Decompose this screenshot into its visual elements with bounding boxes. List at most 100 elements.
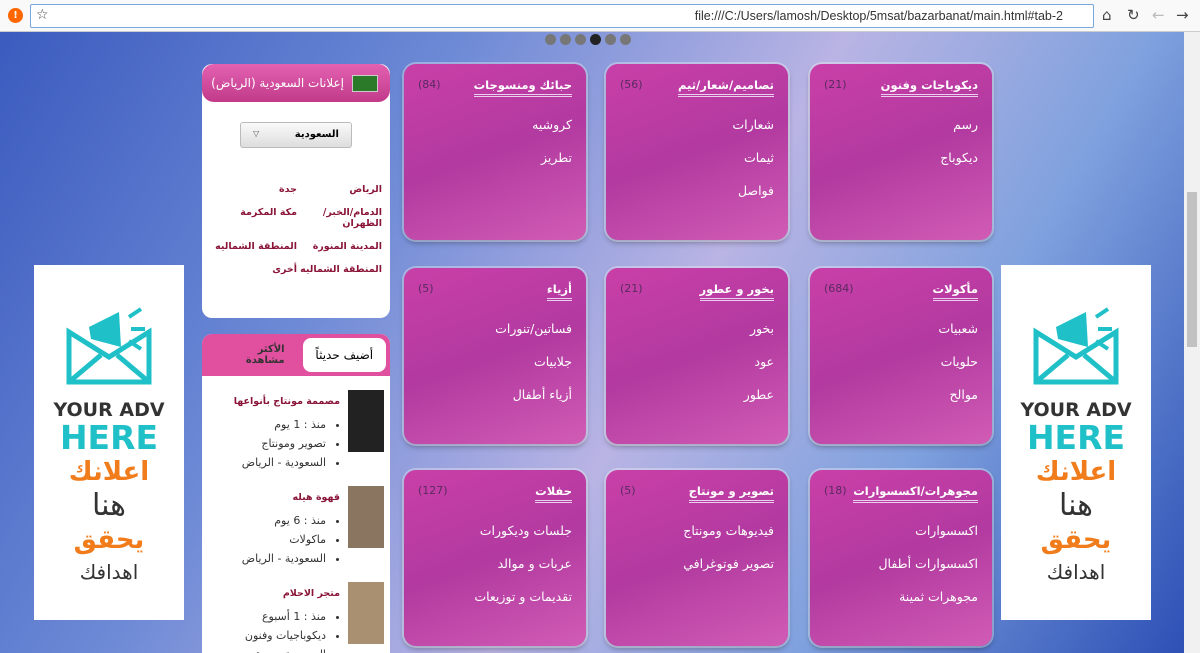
carousel-dot[interactable] [605,34,616,45]
city-link[interactable]: مكة المكرمة [212,207,297,229]
reload-icon[interactable]: ↻ [1127,6,1140,24]
city-link[interactable]: الدمام/الخبر/الظهران [297,207,382,229]
carousel-dot[interactable] [590,34,601,45]
subcategory-link[interactable]: تطريز [418,150,572,165]
tab-newest[interactable]: أضيف حديثاً [302,338,386,372]
subcategory-link[interactable]: كروشيه [418,117,572,132]
recent-posts-panel: أضيف حديثاً الأكثر مشاهدة مصممة مونتاج ب… [202,334,390,653]
bookmark-star-icon[interactable]: ☆ [36,7,49,23]
subcategory-link[interactable]: تقديمات و توزيعات [418,589,572,604]
city-link[interactable]: جدة [212,184,297,195]
category-card: ديكوباجات وفنون (21) رسم ديكوباج [810,64,992,240]
city-link[interactable]: أخرى [212,264,297,275]
subcategory-link[interactable]: مجوهرات ثمينة [824,589,978,604]
ad-text: اعلانك [68,457,150,487]
post-time: منذ : 6 يوم [242,511,326,530]
category-title[interactable]: حبائك ومنسوجات [473,78,572,97]
subcategory-link[interactable]: بخور [620,321,774,336]
category-count: (5) [418,282,434,295]
post-details: منذ : 1 أسبوعديكوباجيات وفنونالسعودية - … [245,607,340,653]
scrollbar[interactable] [1184,32,1200,653]
address-bar[interactable]: file:///C:/Users/lamosh/Desktop/5msat/ba… [30,4,1094,28]
subcategory-link[interactable]: اكسسوارات أطفال [824,556,978,571]
subcategory-link[interactable]: ديكوباج [824,150,978,165]
subcategory-link[interactable]: عود [620,354,774,369]
scrollbar-thumb[interactable] [1187,192,1197,347]
subcategory-link[interactable]: شعارات [620,117,774,132]
post-title[interactable]: مصممة مونتاج بأنواعها [234,396,340,407]
warning-icon[interactable]: ! [8,8,23,23]
category-card: تصوير و مونتاج (5) فيديوهات ومونتاج تصوير ف… [606,470,788,646]
category-count: (21) [620,282,643,295]
subcategory-link[interactable]: فساتين/تنورات [418,321,572,336]
megaphone-envelope-icon [66,307,152,385]
subcategory-link[interactable]: عطور [620,387,774,402]
subcategory-link[interactable]: رسم [824,117,978,132]
subcategory-link[interactable]: حلويات [824,354,978,369]
ad-text: HERE [59,418,159,457]
category-header: ديكوباجات وفنون (21) [824,78,978,97]
url-text: file:///C:/Users/lamosh/Desktop/5msat/ba… [694,9,1063,23]
category-card: أزياء (5) فساتين/تنورات جلابيات أزياء أطفال [404,268,586,444]
ad-banner-right[interactable]: YOUR ADV HERE اعلانك هنا يحقق اهدافك [1001,265,1151,620]
city-link[interactable]: المنطقة الشماليه [212,241,297,252]
category-header: مجوهرات/اكسسوارات (18) [824,484,978,503]
city-link[interactable]: المدينة المنورة [297,241,382,252]
ad-text: اعلانك [1035,457,1117,487]
region-title: إعلانات السعودية (الرياض) [211,76,344,90]
post-body: متجر الاحلام منذ : 1 أسبوعديكوباجيات وفنو… [245,582,340,653]
post-time: منذ : 1 يوم [234,415,326,434]
subcategory-link[interactable]: جلسات وديكورات [418,523,572,538]
category-header: حفلات (127) [418,484,572,503]
post-thumbnail[interactable] [348,390,384,452]
category-title[interactable]: مأكولات [932,282,978,301]
category-title[interactable]: ديكوباجات وفنون [880,78,978,97]
category-title[interactable]: بخور و عطور [699,282,774,301]
subcategory-link[interactable]: تصوير فوتوغرافي [620,556,774,571]
subcategory-link[interactable]: ثيمات [620,150,774,165]
subcategory-link[interactable]: فواصل [620,183,774,198]
post-title[interactable]: قهوة هيله [242,492,340,503]
home-icon[interactable]: ⌂ [1102,6,1112,24]
subcategory-link[interactable]: اكسسوارات [824,523,978,538]
carousel-dot[interactable] [545,34,556,45]
post-item[interactable]: متجر الاحلام منذ : 1 أسبوعديكوباجيات وفنو… [202,568,390,653]
tab-most-viewed[interactable]: الأكثر مشاهدة [206,344,295,366]
back-icon[interactable]: ← [1152,6,1165,24]
post-location: السعودية - جدة [245,645,326,653]
subcategory-link[interactable]: موالح [824,387,978,402]
city-link[interactable]: الرياض [297,184,382,195]
carousel-dot[interactable] [575,34,586,45]
post-category: تصوير ومونتاج [234,434,326,453]
subcategory-link[interactable]: جلابيات [418,354,572,369]
subcategory-link[interactable]: شعبيات [824,321,978,336]
carousel-dot[interactable] [560,34,571,45]
post-item[interactable]: قهوة هيله منذ : 6 يومماكولاتالسعودية - ال… [202,472,390,568]
chevron-down-icon: ▽ [253,129,260,138]
category-header: تصوير و مونتاج (5) [620,484,774,503]
post-thumbnail[interactable] [348,582,384,644]
post-details: منذ : 6 يومماكولاتالسعودية - الرياض [242,511,340,568]
category-header: بخور و عطور (21) [620,282,774,301]
category-card: حفلات (127) جلسات وديكورات عربات و موالد تقد… [404,470,586,646]
category-title[interactable]: مجوهرات/اكسسوارات [853,484,978,503]
subcategory-link[interactable]: أزياء أطفال [418,387,572,402]
category-count: (5) [620,484,636,497]
category-title[interactable]: أزياء [546,282,572,301]
post-item[interactable]: مصممة مونتاج بأنواعها منذ : 1 يومتصوير وم… [202,376,390,472]
country-select[interactable]: السعودية ▽ [240,122,352,148]
post-thumbnail[interactable] [348,486,384,548]
post-title[interactable]: متجر الاحلام [245,588,340,599]
category-card: مأكولات (684) شعبيات حلويات موالح [810,268,992,444]
forward-icon[interactable]: → [1176,6,1189,24]
carousel-dot[interactable] [620,34,631,45]
ad-banner-left[interactable]: YOUR ADV HERE اعلانك هنا يحقق اهدافك [34,265,184,620]
ad-text: هنا [1058,488,1093,523]
category-title[interactable]: تصوير و مونتاج [688,484,774,503]
city-link[interactable]: المنطقة الشماليه [297,264,382,275]
subcategory-link[interactable]: عربات و موالد [418,556,572,571]
category-header: مأكولات (684) [824,282,978,301]
category-title[interactable]: حفلات [535,484,572,503]
category-title[interactable]: تصاميم/شعار/ثيم [678,78,774,97]
subcategory-link[interactable]: فيديوهات ومونتاج [620,523,774,538]
